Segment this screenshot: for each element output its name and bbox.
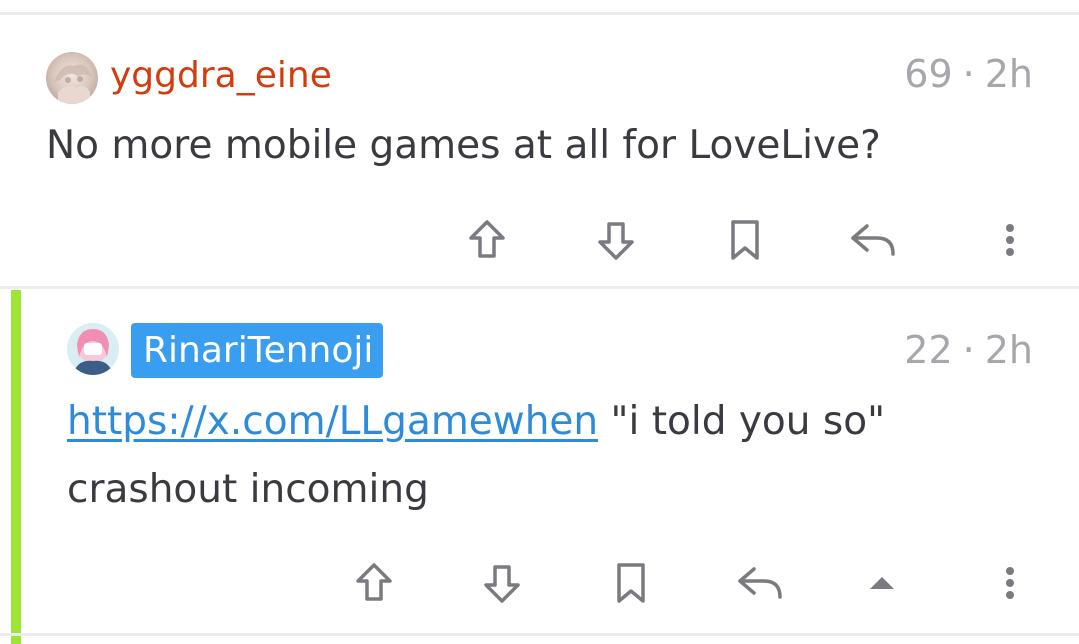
timestamp: 2h [984,52,1033,96]
username[interactable]: yggdra_eine [110,54,332,98]
collapse-button[interactable] [854,555,910,611]
comment-link[interactable]: https://x.com/LLgamewhen [67,399,598,444]
upvote-button[interactable] [459,212,515,268]
score: 22 [904,328,953,372]
timestamp: 2h [984,328,1033,372]
comment-actions [0,212,1079,272]
downvote-icon [484,565,520,603]
comment-body: https://x.com/LLgamewhen "i told you so"… [67,388,1027,524]
comment-yggdra-eine: yggdra_eine 69 · 2h No more mobile games a… [0,16,1079,286]
avatar-image [67,323,119,375]
meta-separator: · [962,52,975,96]
more-options-button[interactable] [982,555,1038,611]
reply-icon [738,567,782,599]
downvote-icon [598,222,634,260]
upvote-icon [469,220,505,258]
collapse-icon [870,577,894,589]
score: 69 [904,52,953,96]
comment-thread: yggdra_eine 69 · 2h No more mobile games a… [0,0,1079,644]
meta-separator: · [962,328,975,372]
divider-top [0,12,1079,15]
comment-actions [0,555,1079,615]
upvote-icon [356,563,392,601]
divider-middle [0,286,1079,289]
reply-icon [851,224,895,256]
bookmark-icon [617,563,645,603]
reply-button[interactable] [732,555,788,611]
avatar[interactable] [46,52,98,104]
avatar[interactable] [67,323,119,375]
bookmark-icon [731,220,759,260]
comment-rinaritennoji: RinariTennoji 22 · 2h https://x.com/LLgame… [0,290,1079,644]
downvote-button[interactable] [588,212,644,268]
reply-button[interactable] [845,212,901,268]
more-options-icon [1006,567,1014,599]
downvote-button[interactable] [474,555,530,611]
upvote-button[interactable] [346,555,402,611]
comment-meta: 69 · 2h [904,52,1033,96]
bookmark-button[interactable] [603,555,659,611]
bookmark-button[interactable] [717,212,773,268]
avatar-image [46,52,98,104]
divider-bottom [0,633,1079,636]
username[interactable]: RinariTennoji [131,323,384,378]
comment-body: No more mobile games at all for LoveLive… [46,123,881,168]
more-options-icon [1006,224,1014,256]
comment-meta: 22 · 2h [904,328,1033,372]
more-options-button[interactable] [982,212,1038,268]
